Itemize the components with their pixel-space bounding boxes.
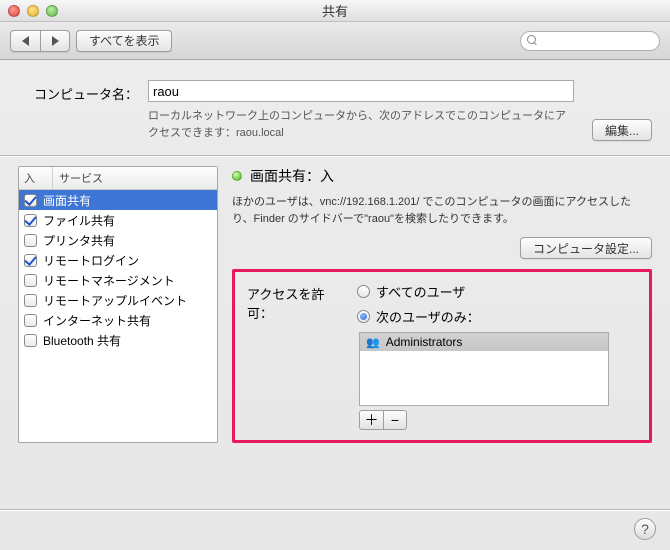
forward-button[interactable] bbox=[40, 30, 70, 52]
service-name: Bluetooth 共有 bbox=[43, 332, 121, 349]
service-item[interactable]: プリンタ共有 bbox=[19, 230, 217, 250]
group-icon: 👥 bbox=[366, 336, 380, 349]
computer-settings-button[interactable]: コンピュータ設定... bbox=[520, 237, 652, 259]
help-button[interactable]: ? bbox=[634, 518, 656, 540]
search-field[interactable] bbox=[520, 31, 660, 51]
service-item[interactable]: Bluetooth 共有 bbox=[19, 330, 217, 350]
service-name: リモートアップルイベント bbox=[43, 292, 187, 309]
checkbox-icon[interactable] bbox=[24, 234, 37, 247]
toolbar: すべてを表示 bbox=[0, 22, 670, 60]
zoom-icon[interactable] bbox=[46, 5, 58, 17]
checkbox-icon[interactable] bbox=[24, 334, 37, 347]
radio-icon bbox=[357, 285, 370, 298]
status-label: 画面共有：入 bbox=[250, 166, 334, 186]
computer-name-label: コンピュータ名： bbox=[18, 80, 138, 103]
access-row: アクセスを許可： すべてのユーザ 次のユーザのみ： bbox=[247, 282, 637, 326]
user-name: Administrators bbox=[386, 335, 463, 349]
traffic-lights bbox=[0, 5, 58, 17]
service-name: リモートログイン bbox=[43, 252, 139, 269]
access-radios: すべてのユーザ 次のユーザのみ： bbox=[357, 282, 480, 326]
computer-name-fieldwrap: ローカルネットワーク上のコンピュータから、次のアドレスでこのコンピュータにアクセ… bbox=[148, 80, 574, 141]
service-name: ファイル共有 bbox=[43, 212, 115, 229]
checkbox-icon[interactable] bbox=[24, 314, 37, 327]
service-name: プリンタ共有 bbox=[43, 232, 115, 249]
nav-segment bbox=[10, 30, 70, 52]
service-item[interactable]: 画面共有 bbox=[19, 190, 217, 210]
local-hostname: raou.local bbox=[236, 127, 284, 139]
add-user-button[interactable]: ＋ bbox=[359, 410, 383, 430]
service-name: 画面共有 bbox=[43, 192, 91, 209]
radio-only-users[interactable]: 次のユーザのみ： bbox=[357, 307, 480, 326]
search-input[interactable] bbox=[541, 34, 653, 48]
col-on-header[interactable]: 入 bbox=[19, 167, 53, 189]
right-panel: 画面共有：入 ほかのユーザは、vnc://192.168.1.201/ でこのコ… bbox=[232, 166, 652, 443]
window-title: 共有 bbox=[0, 1, 670, 20]
access-highlight: アクセスを許可： すべてのユーザ 次のユーザのみ： 👥 Administrator… bbox=[232, 269, 652, 443]
computer-name-desc: ローカルネットワーク上のコンピュータから、次のアドレスでこのコンピュータにアクセ… bbox=[148, 108, 568, 141]
services-list-header: 入 サービス bbox=[19, 167, 217, 190]
checkbox-icon[interactable] bbox=[24, 214, 37, 227]
add-remove-bar: ＋ − bbox=[359, 410, 637, 430]
service-item[interactable]: インターネット共有 bbox=[19, 310, 217, 330]
service-name: インターネット共有 bbox=[43, 312, 151, 329]
radio-all-users[interactable]: すべてのユーザ bbox=[357, 282, 480, 301]
remove-user-button[interactable]: − bbox=[383, 410, 407, 430]
show-all-button[interactable]: すべてを表示 bbox=[76, 30, 172, 52]
service-info-text: ほかのユーザは、vnc://192.168.1.201/ でこのコンピュータの画… bbox=[232, 194, 652, 227]
checkbox-icon[interactable] bbox=[24, 274, 37, 287]
computer-name-input[interactable] bbox=[148, 80, 574, 102]
radio-only-label: 次のユーザのみ： bbox=[376, 307, 480, 326]
back-button[interactable] bbox=[10, 30, 40, 52]
service-item[interactable]: ファイル共有 bbox=[19, 210, 217, 230]
chevron-left-icon bbox=[22, 36, 29, 46]
service-item[interactable]: リモートアップルイベント bbox=[19, 290, 217, 310]
service-name: リモートマネージメント bbox=[43, 272, 175, 289]
content: コンピュータ名： ローカルネットワーク上のコンピュータから、次のアドレスでこのコ… bbox=[0, 60, 670, 550]
access-label: アクセスを許可： bbox=[247, 282, 347, 326]
services-list-body: 画面共有ファイル共有プリンタ共有リモートログインリモートマネージメントリモートア… bbox=[19, 190, 217, 442]
minimize-icon[interactable] bbox=[27, 5, 39, 17]
checkbox-icon[interactable] bbox=[24, 194, 37, 207]
bottom-separator bbox=[0, 509, 670, 510]
close-icon[interactable] bbox=[8, 5, 20, 17]
user-row[interactable]: 👥 Administrators bbox=[360, 333, 608, 351]
separator bbox=[0, 155, 670, 156]
service-item[interactable]: リモートログイン bbox=[19, 250, 217, 270]
service-status: 画面共有：入 bbox=[232, 166, 652, 186]
service-item[interactable]: リモートマネージメント bbox=[19, 270, 217, 290]
status-led-icon bbox=[232, 171, 242, 181]
radio-all-label: すべてのユーザ bbox=[376, 282, 465, 301]
allowed-users-list[interactable]: 👥 Administrators bbox=[359, 332, 609, 406]
checkbox-icon[interactable] bbox=[24, 294, 37, 307]
computer-name-row: コンピュータ名： ローカルネットワーク上のコンピュータから、次のアドレスでこのコ… bbox=[18, 80, 652, 141]
search-icon bbox=[527, 35, 537, 46]
radio-icon bbox=[357, 310, 370, 323]
titlebar: 共有 bbox=[0, 0, 670, 22]
desc-text: ローカルネットワーク上のコンピュータから、次のアドレスでこのコンピュータにアクセ… bbox=[148, 110, 566, 139]
col-service-header[interactable]: サービス bbox=[53, 167, 217, 189]
services-list: 入 サービス 画面共有ファイル共有プリンタ共有リモートログインリモートマネージメ… bbox=[18, 166, 218, 443]
chevron-right-icon bbox=[52, 36, 59, 46]
edit-button[interactable]: 編集... bbox=[592, 119, 652, 141]
checkbox-icon[interactable] bbox=[24, 254, 37, 267]
main-columns: 入 サービス 画面共有ファイル共有プリンタ共有リモートログインリモートマネージメ… bbox=[18, 166, 652, 443]
